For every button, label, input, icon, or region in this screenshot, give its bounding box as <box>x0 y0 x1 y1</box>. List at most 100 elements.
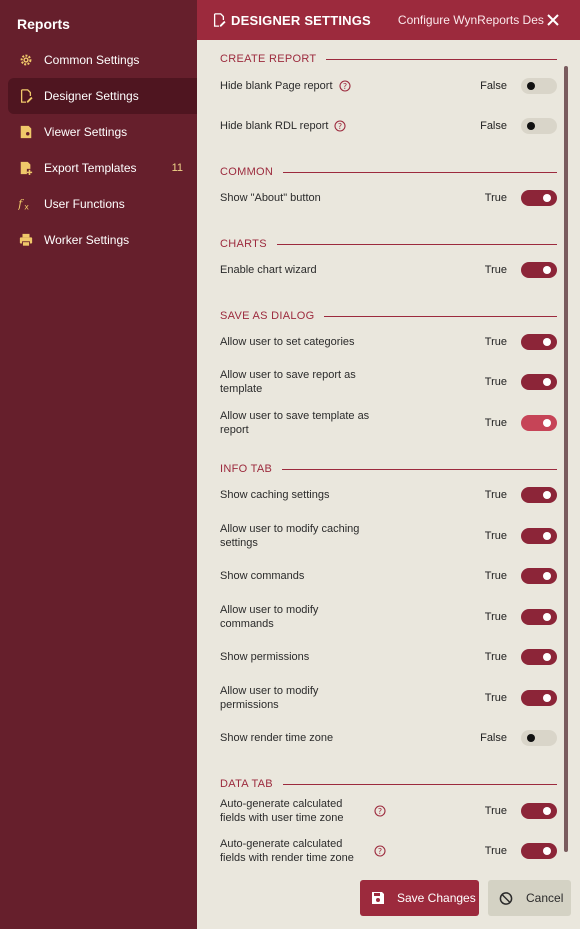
section-info-tab: INFO TAB <box>220 462 557 476</box>
setting-show-about: Show "About" button True <box>220 190 557 206</box>
setting-value: True <box>484 264 507 276</box>
setting-label: Allow user to modify caching settings <box>220 523 360 549</box>
section-save-as-dialog: SAVE AS DIALOG <box>220 309 557 323</box>
section-create-report: CREATE REPORT <box>220 52 557 66</box>
setting-label: Allow user to modify permissions <box>220 685 319 711</box>
sidebar-item-label: Viewer Settings <box>44 125 128 139</box>
setting-show-permissions: Show permissions True <box>220 649 557 665</box>
cancel-button-label: Cancel <box>526 891 564 905</box>
hide-blank-page-toggle[interactable] <box>521 78 557 94</box>
section-title: CHARTS <box>220 238 267 250</box>
designer-edit-icon <box>212 13 226 27</box>
sidebar-item-designer-settings[interactable]: Designer Settings <box>8 78 197 114</box>
export-add-icon <box>18 160 34 176</box>
setting-value: False <box>480 80 507 92</box>
sidebar-title: Reports <box>17 16 70 32</box>
help-icon[interactable]: ? <box>374 805 386 817</box>
settings-panel: CREATE REPORT Hide blank Page report ? F… <box>197 40 580 929</box>
setting-label: Allow user to set categories <box>220 336 355 348</box>
setting-show-commands: Show commands True <box>220 568 557 584</box>
designer-edit-icon <box>18 88 34 104</box>
section-common: COMMON <box>220 165 557 179</box>
printer-icon <box>18 232 34 248</box>
setting-modify-commands: Allow user to modify commands True <box>220 603 557 631</box>
show-caching-toggle[interactable] <box>521 487 557 503</box>
modify-caching-toggle[interactable] <box>521 528 557 544</box>
save-changes-button[interactable]: Save Changes <box>360 880 479 916</box>
setting-value: False <box>480 732 507 744</box>
setting-value: True <box>484 192 507 204</box>
sidebar-item-label: User Functions <box>44 197 125 211</box>
help-icon[interactable]: ? <box>338 80 351 92</box>
svg-text:?: ? <box>338 122 342 131</box>
modify-permissions-toggle[interactable] <box>521 690 557 706</box>
show-about-toggle[interactable] <box>521 190 557 206</box>
chart-wizard-toggle[interactable] <box>521 262 557 278</box>
dialog-header: DESIGNER SETTINGS Configure WynReports D… <box>197 0 580 40</box>
setting-modify-caching: Allow user to modify caching settings Tr… <box>220 522 557 550</box>
svg-text:x: x <box>24 202 29 211</box>
modify-commands-toggle[interactable] <box>521 609 557 625</box>
setting-label: Auto-generate calculated fields with use… <box>220 798 344 824</box>
setting-hide-blank-rdl: Hide blank RDL report ? False <box>220 118 557 134</box>
setting-label: Allow user to save report as template <box>220 369 356 395</box>
section-title: DATA TAB <box>220 778 273 790</box>
setting-modify-permissions: Allow user to modify permissions True <box>220 684 557 712</box>
setting-value: True <box>484 611 507 623</box>
setting-label: Enable chart wizard <box>220 264 317 276</box>
svg-text:?: ? <box>378 807 382 816</box>
setting-value: True <box>484 530 507 542</box>
svg-text:?: ? <box>342 82 346 91</box>
setting-auto-render-tz: Auto-generate calculated fields with ren… <box>220 837 557 865</box>
setting-save-as-template: Allow user to save report as template Tr… <box>220 368 557 396</box>
auto-render-tz-toggle[interactable] <box>521 843 557 859</box>
svg-text:f: f <box>18 197 24 211</box>
scrollbar[interactable] <box>564 66 568 852</box>
setting-render-time-zone: Show render time zone False <box>220 730 557 746</box>
setting-label: Show commands <box>220 570 305 582</box>
sidebar-item-export-templates[interactable]: Export Templates 11 <box>8 150 197 186</box>
show-permissions-toggle[interactable] <box>521 649 557 665</box>
auto-user-tz-toggle[interactable] <box>521 803 557 819</box>
sidebar: Reports Common Settings Designer Setting… <box>0 0 197 929</box>
setting-label: Hide blank Page report <box>220 80 333 92</box>
cancel-button[interactable]: Cancel <box>488 880 571 916</box>
cancel-circle-icon <box>499 891 513 905</box>
dialog-title: DESIGNER SETTINGS <box>231 12 371 28</box>
setting-label: Show permissions <box>220 651 310 663</box>
section-title: SAVE AS DIALOG <box>220 310 315 322</box>
help-icon[interactable]: ? <box>334 120 346 132</box>
save-button-label: Save Changes <box>397 891 476 905</box>
setting-value: True <box>484 845 507 857</box>
sidebar-item-viewer-settings[interactable]: Viewer Settings <box>8 114 197 150</box>
set-categories-toggle[interactable] <box>521 334 557 350</box>
setting-label: Show caching settings <box>220 489 330 501</box>
close-icon[interactable] <box>544 11 562 29</box>
sidebar-item-label: Designer Settings <box>44 89 139 103</box>
section-title: CREATE REPORT <box>220 53 317 65</box>
setting-auto-user-tz: Auto-generate calculated fields with use… <box>220 797 557 825</box>
sidebar-item-label: Export Templates <box>44 161 137 175</box>
sidebar-item-common-settings[interactable]: Common Settings <box>8 42 197 78</box>
help-icon[interactable]: ? <box>374 845 386 857</box>
setting-save-template-as-report: Allow user to save template as report Tr… <box>220 409 557 437</box>
save-template-as-report-toggle[interactable] <box>521 415 557 431</box>
setting-label: Show "About" button <box>220 192 321 204</box>
sidebar-item-worker-settings[interactable]: Worker Settings <box>8 222 197 258</box>
setting-value: True <box>484 651 507 663</box>
hide-blank-rdl-toggle[interactable] <box>521 118 557 134</box>
setting-label: Auto-generate calculated fields with ren… <box>220 838 354 864</box>
save-as-template-toggle[interactable] <box>521 374 557 390</box>
setting-show-caching: Show caching settings True <box>220 487 557 503</box>
floppy-disk-icon <box>371 891 385 905</box>
setting-hide-blank-page: Hide blank Page report ? False <box>220 78 557 94</box>
setting-label: Show render time zone <box>220 732 334 744</box>
render-time-zone-toggle[interactable] <box>521 730 557 746</box>
function-fx-icon: fx <box>18 196 34 212</box>
setting-set-categories: Allow user to set categories True <box>220 334 557 350</box>
sidebar-item-label: Worker Settings <box>44 233 130 247</box>
setting-label: Allow user to save template as report <box>220 410 370 436</box>
sidebar-item-label: Common Settings <box>44 53 140 67</box>
show-commands-toggle[interactable] <box>521 568 557 584</box>
sidebar-item-user-functions[interactable]: fx User Functions <box>8 186 197 222</box>
